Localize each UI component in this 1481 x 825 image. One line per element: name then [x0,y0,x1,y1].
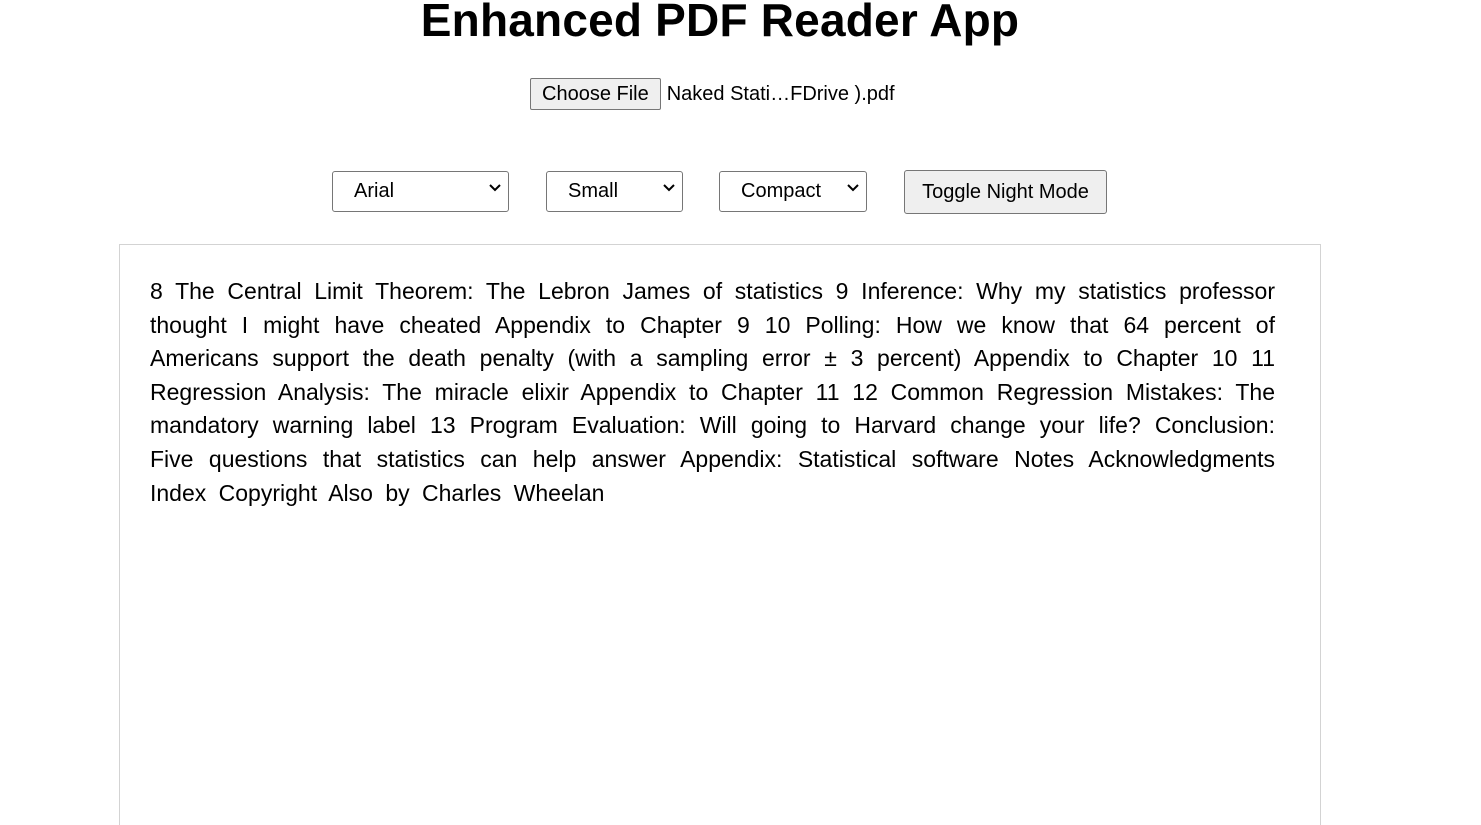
page-title: Enhanced PDF Reader App [420,0,1020,46]
reader-text: 8 The Central Limit Theorem: The Lebron … [150,278,1275,506]
choose-file-button[interactable]: Choose File [530,78,661,110]
font-family-select-value: Arial [354,180,395,202]
chevron-down-icon [847,183,859,194]
font-size-select[interactable]: Small [546,171,683,212]
font-size-select-value: Small [568,180,619,202]
line-spacing-select[interactable]: Compact [719,171,867,212]
app-window: Enhanced PDF Reader App Choose File Nake… [0,0,1481,825]
chevron-down-icon [489,183,501,194]
reader-panel[interactable]: 8 The Central Limit Theorem: The Lebron … [119,244,1321,825]
selected-file-name: Naked Stati…FDrive ).pdf [666,82,895,105]
line-spacing-select-value: Compact [741,180,822,202]
file-picker: Choose File Naked Stati…FDrive ).pdf [530,78,895,110]
toggle-night-mode-button[interactable]: Toggle Night Mode [904,170,1107,214]
chevron-down-icon [663,183,675,194]
font-family-select[interactable]: Arial [332,171,509,212]
